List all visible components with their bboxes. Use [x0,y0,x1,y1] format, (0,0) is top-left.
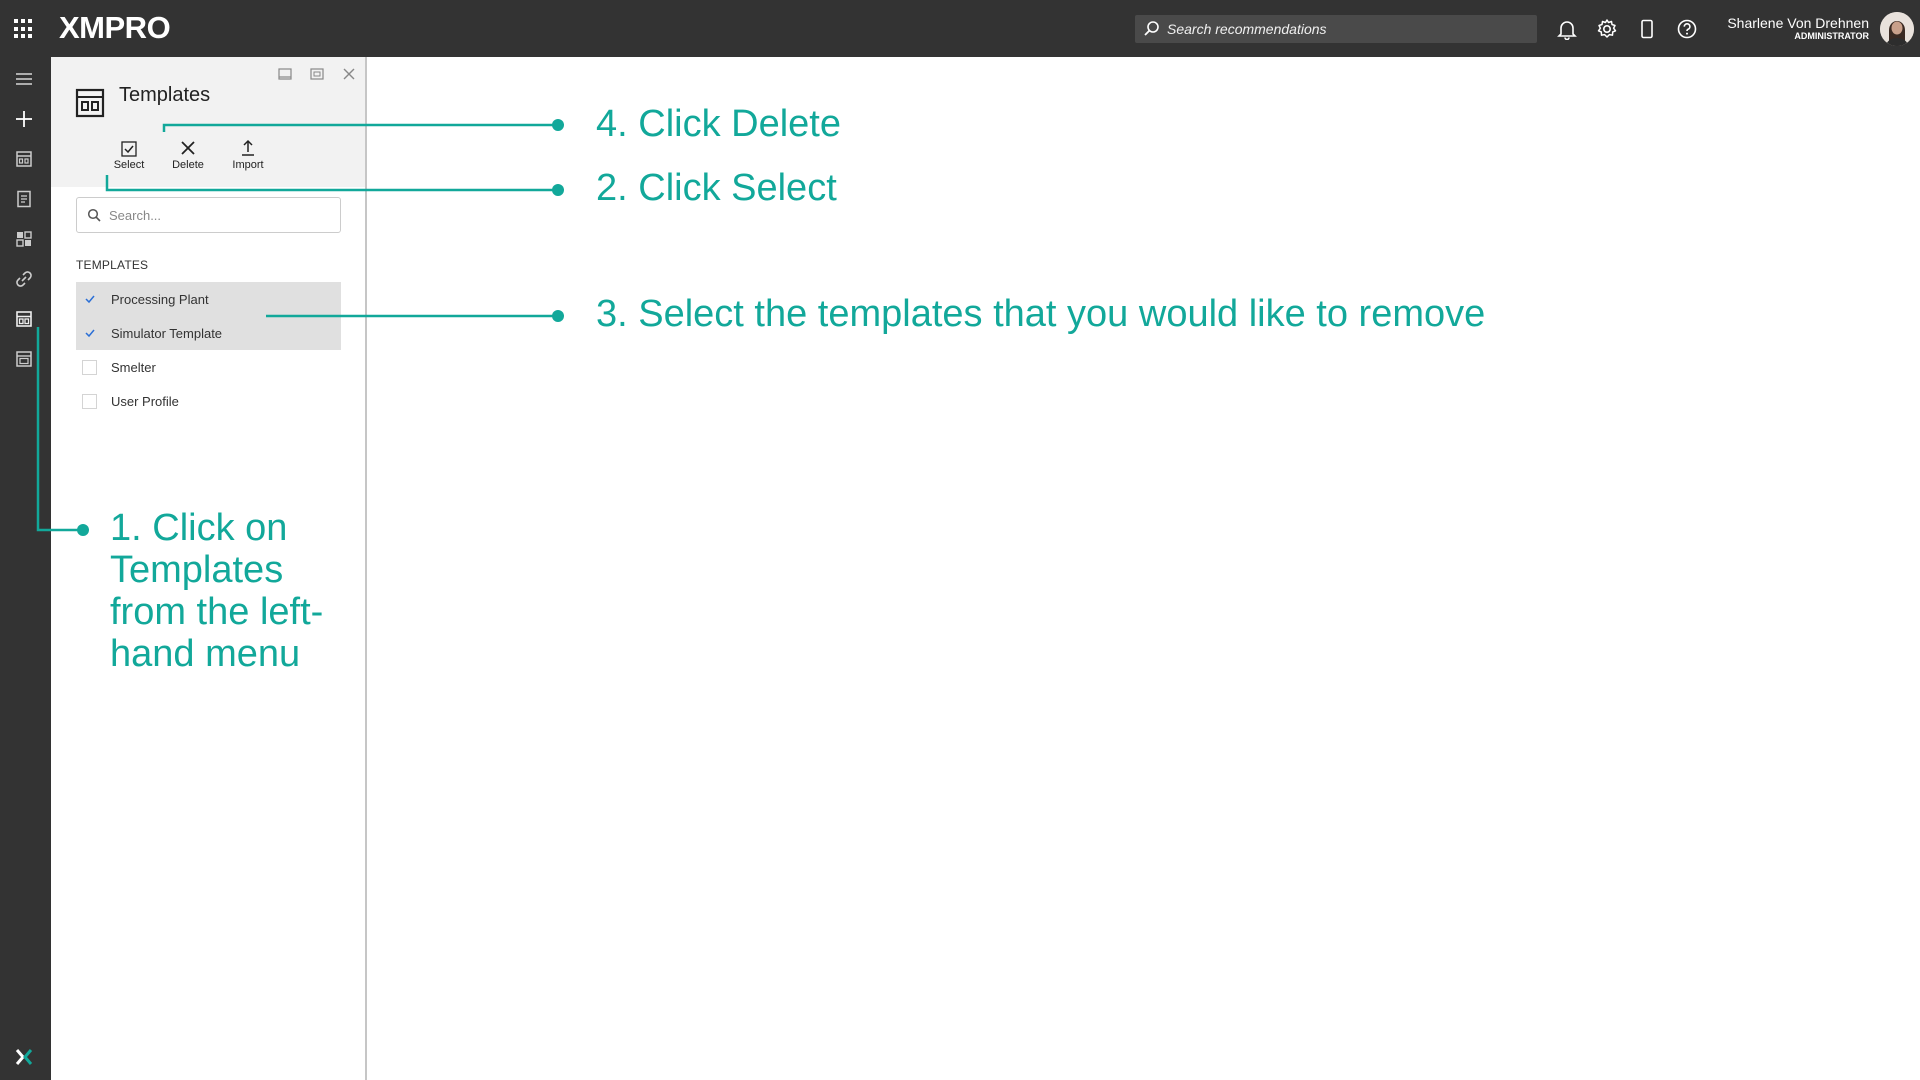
list-item-label: Smelter [111,359,156,375]
recommendations-search[interactable] [1135,15,1537,43]
list-item-user-profile[interactable]: User Profile [76,384,341,418]
user-name: Sharlene Von Drehnen [1727,15,1869,31]
checkmark-icon [84,295,95,304]
search-icon [87,208,101,222]
recommendations-nav-icon[interactable] [13,188,35,210]
select-checkbox-icon [121,141,137,157]
import-button[interactable]: Import [225,135,271,171]
delete-button[interactable]: Delete [165,135,211,171]
top-bar: XMPRO Sharlene Von Drehnen ADMI [0,0,1920,57]
upload-arrow-icon [242,139,254,156]
link-nav-icon[interactable] [13,268,35,290]
checkbox-unchecked[interactable] [82,359,97,375]
templates-list: Processing Plant Simulator Template Smel… [76,282,341,418]
annotation-step3: 3. Select the templates that you would l… [596,293,1486,335]
page-title: Templates [119,84,211,106]
menu-hamburger-icon[interactable] [13,68,35,90]
minimize-panel-icon[interactable] [276,65,294,83]
templates-nav-icon[interactable] [13,308,35,330]
app-pages-nav-icon[interactable] [13,348,35,370]
import-label: Import [232,159,264,171]
recommendations-search-input[interactable] [1167,21,1517,37]
blocks-nav-icon[interactable] [13,228,35,250]
checkbox-unchecked[interactable] [82,393,97,409]
avatar[interactable] [1880,12,1914,46]
list-item-label: Processing Plant [111,291,209,307]
xmpro-logo[interactable]: XMPRO [59,12,171,44]
templates-section-label: TEMPLATES [76,258,149,272]
app-launcher-icon[interactable] [14,19,34,39]
select-button[interactable]: Select [106,135,152,171]
add-new-icon[interactable] [13,108,35,130]
list-item-label: User Profile [111,393,179,409]
maximize-panel-icon[interactable] [308,65,326,83]
list-item-label: Simulator Template [111,325,223,341]
checkbox-checked[interactable] [82,326,97,341]
callout-dot-step2 [552,184,564,196]
search-icon [1144,21,1159,36]
user-info[interactable]: Sharlene Von Drehnen ADMINISTRATOR [1727,15,1869,42]
callout-dot-step4 [552,119,564,131]
user-role: ADMINISTRATOR [1794,31,1869,41]
mobile-device-icon[interactable] [1635,17,1659,41]
list-item-smelter[interactable]: Smelter [76,350,341,384]
left-navigation-rail [0,57,51,1080]
close-panel-icon[interactable] [340,65,358,83]
checkmark-icon [84,329,95,338]
list-item-simulator-template[interactable]: Simulator Template [76,316,341,350]
callout-dot-step3 [552,310,564,322]
annotation-step1: 1. Click on Templates from the left-hand… [110,507,324,675]
xmpro-x-icon[interactable] [13,1046,35,1068]
delete-label: Delete [172,159,204,171]
select-label: Select [113,159,145,171]
annotation-step4: 4. Click Delete [596,103,841,145]
list-item-processing-plant[interactable]: Processing Plant [76,282,341,316]
checkbox-checked[interactable] [82,292,97,307]
panel-header: Templates Select Delete Import [51,57,365,187]
delete-x-icon [181,141,195,155]
templates-search-input[interactable] [109,207,329,223]
templates-search[interactable] [76,197,341,233]
help-icon[interactable] [1675,17,1699,41]
notifications-bell-icon[interactable] [1555,17,1579,41]
settings-gear-icon[interactable] [1595,17,1619,41]
apps-nav-icon[interactable] [13,148,35,170]
templates-title-icon [75,88,105,118]
annotation-step2: 2. Click Select [596,167,837,209]
